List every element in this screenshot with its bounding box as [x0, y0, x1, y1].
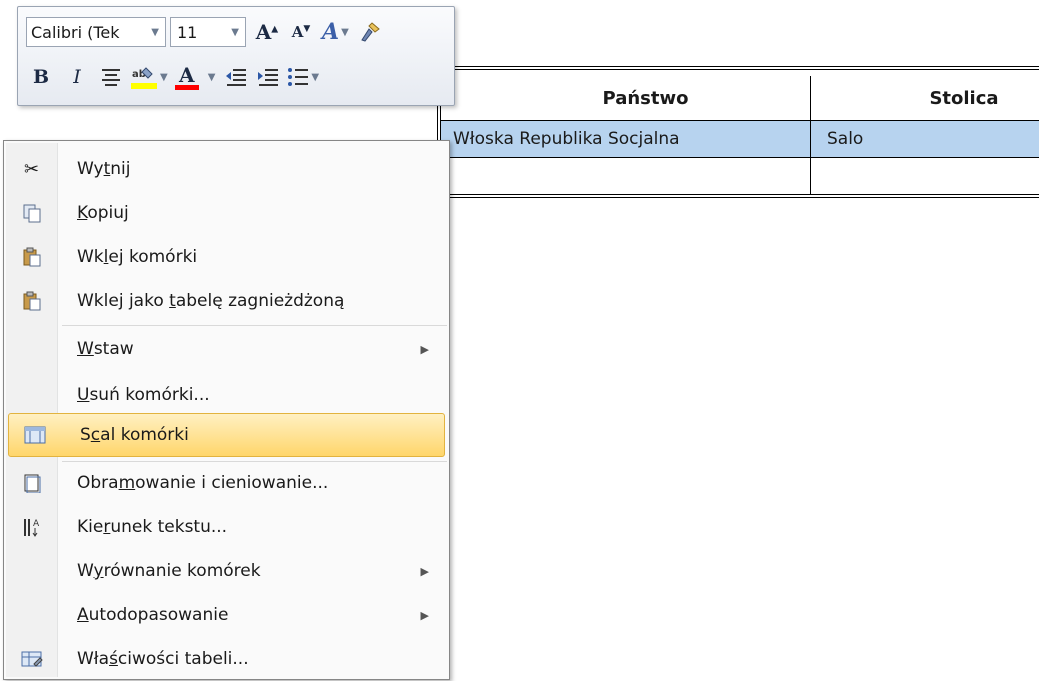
font-color-glyph: A	[178, 62, 195, 87]
format-painter-icon	[361, 22, 380, 42]
menu-item-label: Wyrównanie komórek	[77, 561, 261, 581]
bullets-icon	[288, 68, 309, 86]
increase-indent-icon	[258, 69, 279, 86]
menu-item-label: Wstaw	[77, 339, 134, 359]
menu-separator	[62, 325, 447, 326]
italic-button[interactable]: I	[62, 62, 92, 92]
decrease-indent-button[interactable]	[223, 62, 249, 92]
chevron-down-icon: ▼	[160, 71, 168, 83]
menu-item-cut[interactable]: ✂ Wytnij	[6, 147, 447, 191]
menu-item-paste-cells[interactable]: Wklej komórki	[6, 235, 447, 279]
bold-button[interactable]: B	[26, 62, 56, 92]
shrink-font-glyph: A	[291, 23, 304, 41]
table-properties-icon	[6, 637, 57, 681]
table-cell[interactable]: Salo	[811, 121, 1039, 157]
menu-item-label: Usuń komórki...	[77, 385, 210, 405]
table-row	[441, 158, 1039, 194]
toolbar-row-bottom: B I ab ▼ A ▼ ▼	[26, 59, 325, 95]
chevron-down-icon: ▼	[341, 26, 349, 38]
font-size-value: 11	[177, 22, 198, 42]
merge-cells-icon	[9, 413, 60, 457]
bullets-button[interactable]: ▼	[287, 62, 319, 92]
table-cell[interactable]	[811, 158, 1039, 194]
grow-font-icon: A▲	[255, 20, 279, 44]
font-size-select[interactable]: 11 ▼	[170, 17, 246, 47]
menu-item-label: Scal komórki	[80, 425, 189, 445]
menu-item-label: Autodopasowanie	[77, 605, 229, 625]
styles-glyph: A	[322, 19, 340, 45]
menu-item-label: Kopiuj	[77, 203, 129, 223]
copy-icon	[6, 191, 57, 235]
toolbar-row-top: Calibri (Tek ▼ 11 ▼ A▲ A▼ A ▼	[26, 14, 383, 50]
highlight-icon: ab	[131, 67, 157, 89]
center-align-icon	[102, 69, 120, 86]
grow-font-button[interactable]: A▲	[254, 17, 280, 47]
menu-item-label: Wklej jako tabelę zagnieżdżoną	[77, 291, 345, 311]
paste-icon	[6, 235, 57, 279]
document-table: Państwo Stolica Włoska Republika Socjaln…	[437, 66, 1039, 198]
scissors-icon: ✂	[23, 158, 40, 180]
table-cell[interactable]: Włoska Republika Socjalna	[441, 121, 811, 157]
borders-icon	[6, 461, 57, 505]
empty-icon-slot	[6, 327, 57, 371]
chevron-down-icon: ▼	[311, 71, 320, 83]
shrink-font-icon: A▼	[291, 23, 311, 41]
chevron-down-icon: ▼	[151, 26, 159, 38]
table-header-cell[interactable]: Stolica	[811, 76, 1039, 120]
menu-item-merge-cells[interactable]: Scal komórki	[8, 413, 445, 457]
empty-icon-slot	[6, 373, 57, 417]
format-painter-button[interactable]	[357, 17, 383, 47]
menu-item-cell-alignment[interactable]: Wyrównanie komórek ▶	[6, 549, 447, 593]
submenu-arrow-icon: ▶	[420, 564, 429, 578]
font-color-icon: A	[179, 65, 195, 85]
menu-item-text-direction[interactable]: A Kierunek tekstu...	[6, 505, 447, 549]
menu-item-insert[interactable]: Wstaw ▶	[6, 327, 447, 371]
menu-item-label: Właściwości tabeli...	[77, 649, 249, 669]
submenu-arrow-icon: ▶	[420, 608, 429, 622]
decrease-indent-icon	[226, 69, 247, 86]
font-name-value: Calibri (Tek	[31, 22, 120, 42]
styles-icon: A	[322, 19, 339, 45]
menu-item-table-properties[interactable]: Właściwości tabeli...	[6, 637, 447, 681]
menu-item-borders-shading[interactable]: Obramowanie i cieniowanie...	[6, 461, 447, 505]
menu-item-autofit[interactable]: Autodopasowanie ▶	[6, 593, 447, 637]
styles-button[interactable]: A ▼	[322, 17, 349, 47]
table-cell[interactable]	[441, 158, 811, 194]
menu-item-copy[interactable]: Kopiuj	[6, 191, 447, 235]
text-direction-icon: A	[6, 505, 57, 549]
menu-item-label: Obramowanie i cieniowanie...	[77, 473, 329, 493]
mini-toolbar: Calibri (Tek ▼ 11 ▼ A▲ A▼ A ▼ B I ab ▼ A…	[17, 6, 455, 106]
menu-item-label: Wytnij	[77, 159, 131, 179]
increase-indent-button[interactable]	[255, 62, 281, 92]
table-row-selected: Włoska Republika Socjalna Salo	[441, 121, 1039, 158]
menu-item-delete-cells[interactable]: Usuń komórki...	[6, 373, 447, 417]
paste-nested-icon	[6, 279, 57, 323]
font-color-swatch	[174, 84, 199, 90]
chevron-down-icon: ▼	[231, 26, 239, 38]
italic-icon: I	[73, 66, 81, 88]
highlight-button[interactable]: ab ▼	[130, 62, 168, 92]
bold-icon: B	[32, 66, 50, 88]
menu-item-label: Kierunek tekstu...	[77, 517, 228, 537]
grow-font-glyph: A	[255, 20, 272, 44]
empty-icon-slot	[6, 549, 57, 593]
context-menu: ✂ Wytnij Kopiuj Wklej komórki Wklej jako…	[3, 140, 450, 680]
shrink-font-button[interactable]: A▼	[288, 17, 314, 47]
center-align-button[interactable]	[98, 62, 124, 92]
empty-icon-slot	[6, 593, 57, 637]
table-header-cell[interactable]: Państwo	[441, 76, 811, 120]
chevron-down-icon[interactable]: ▼	[208, 72, 216, 83]
svg-text:A: A	[33, 519, 40, 529]
table-header-row: Państwo Stolica	[441, 76, 1039, 121]
menu-item-label: Wklej komórki	[77, 247, 198, 267]
font-color-button[interactable]: A	[174, 62, 200, 92]
font-name-select[interactable]: Calibri (Tek ▼	[26, 17, 166, 47]
submenu-arrow-icon: ▶	[420, 342, 429, 356]
menu-item-paste-nested-table[interactable]: Wklej jako tabelę zagnieżdżoną	[6, 279, 447, 323]
